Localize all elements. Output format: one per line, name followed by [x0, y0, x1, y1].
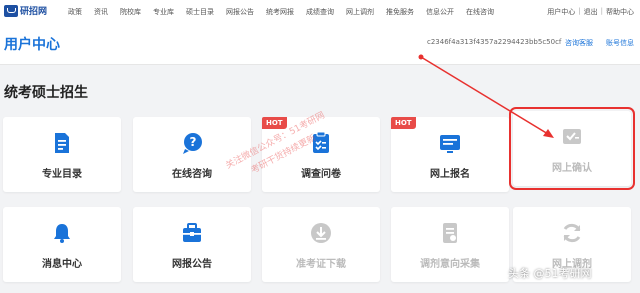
- help-center-link[interactable]: 帮助中心: [606, 7, 634, 17]
- tile-adjustment-intent[interactable]: 调剂意向采集: [391, 207, 509, 282]
- tile-label: 网上报名: [430, 169, 470, 180]
- top-nav-bar: 研招网 政策 资讯 院校库 专业库 硕士目录 网报公告 统考网报 成绩查询 网上…: [0, 0, 640, 23]
- doc-list-icon: [55, 133, 69, 153]
- nav-item-disclosure[interactable]: 信息公开: [426, 7, 454, 17]
- tile-online-confirm[interactable]: 网上确认: [509, 107, 635, 190]
- nav-item-schools[interactable]: 院校库: [120, 7, 141, 17]
- bell-icon: [54, 224, 70, 243]
- tile-major-catalog[interactable]: 专业目录: [3, 117, 121, 192]
- tile-label: 调查问卷: [301, 169, 341, 180]
- main-nav: 政策 资讯 院校库 专业库 硕士目录 网报公告 统考网报 成绩查询 网上调剂 推…: [68, 7, 506, 17]
- user-header: 用户中心 c2346f4a313f4357a2294423bb5c50cf 咨询…: [0, 22, 640, 65]
- tile-label: 准考证下载: [296, 259, 346, 270]
- nav-item-announcements[interactable]: 网报公告: [226, 7, 254, 17]
- consult-service-link[interactable]: 咨询客服: [565, 38, 593, 48]
- tile-online-consult[interactable]: ? 在线咨询: [133, 117, 251, 192]
- logo-icon: [4, 4, 18, 17]
- tile-label: 消息中心: [42, 259, 82, 270]
- nav-item-exam-registration[interactable]: 统考网报: [266, 7, 294, 17]
- nav-item-master-catalog[interactable]: 硕士目录: [186, 7, 214, 17]
- user-center-link[interactable]: 用户中心: [547, 7, 575, 17]
- tile-admission-ticket-download[interactable]: 准考证下载: [262, 207, 380, 282]
- top-right-links: 用户中心 | 退出 | 帮助中心: [547, 7, 634, 17]
- logout-link[interactable]: 退出: [584, 7, 598, 17]
- tile-message-center[interactable]: 消息中心: [3, 207, 121, 282]
- nav-item-majors[interactable]: 专业库: [153, 7, 174, 17]
- survey-icon: [313, 131, 329, 153]
- account-id: c2346f4a313f4357a2294423bb5c50cf: [427, 38, 562, 46]
- nav-item-online-consult[interactable]: 在线咨询: [466, 7, 494, 17]
- form-icon: [443, 223, 457, 243]
- confirm-check-icon: [563, 129, 581, 144]
- tile-label: 在线咨询: [172, 169, 212, 180]
- nav-item-policy[interactable]: 政策: [68, 7, 82, 17]
- site-name: 研招网: [20, 7, 48, 17]
- hot-badge: HOT: [262, 117, 287, 129]
- section-title: 统考硕士招生: [4, 85, 88, 101]
- site-logo[interactable]: 研招网: [4, 4, 47, 17]
- nav-item-news[interactable]: 资讯: [94, 7, 108, 17]
- briefcase-icon: [183, 223, 201, 242]
- tile-label: 网报公告: [172, 259, 212, 270]
- nav-item-recommendation[interactable]: 推免服务: [386, 7, 414, 17]
- divider: |: [600, 7, 603, 15]
- register-card-icon: [440, 135, 460, 153]
- tile-label: 网上确认: [552, 163, 592, 174]
- refresh-icon: [563, 223, 581, 243]
- source-watermark: 头条 @51考研网: [508, 267, 592, 280]
- divider: |: [578, 7, 581, 15]
- download-icon: [311, 223, 331, 243]
- tile-registration-notice[interactable]: 网报公告: [133, 207, 251, 282]
- chat-question-icon: ?: [183, 133, 202, 154]
- nav-item-score-query[interactable]: 成绩查询: [306, 7, 334, 17]
- tile-survey[interactable]: HOT 调查问卷: [262, 117, 380, 192]
- nav-item-adjustment[interactable]: 网上调剂: [346, 7, 374, 17]
- tile-label: 专业目录: [42, 169, 82, 180]
- hot-badge: HOT: [391, 117, 416, 129]
- svg-text:?: ?: [190, 135, 197, 149]
- tile-online-registration[interactable]: HOT 网上报名: [391, 117, 509, 192]
- account-info-link[interactable]: 账号信息: [606, 38, 634, 48]
- tile-label: 调剂意向采集: [420, 259, 480, 270]
- page-title: 用户中心: [4, 37, 60, 53]
